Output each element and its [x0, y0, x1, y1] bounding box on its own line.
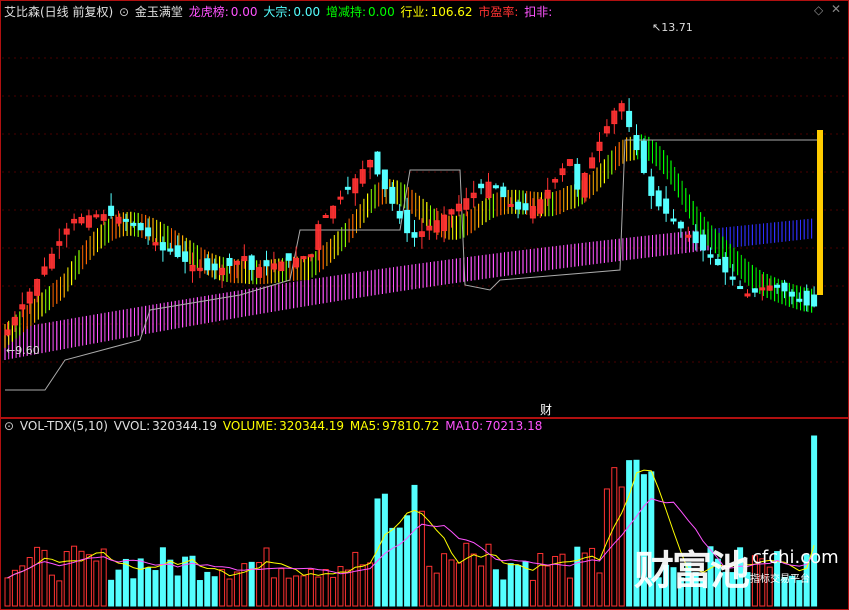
volume-bar — [204, 571, 211, 607]
volume-label: VOLUME: — [222, 419, 278, 433]
finance-marker[interactable]: 财 — [540, 401, 552, 418]
volume-bar — [145, 567, 152, 607]
volume-bar — [219, 569, 226, 607]
volume-bar — [515, 564, 522, 607]
watermark-site: cfchi.com — [752, 547, 839, 568]
volume-bar — [411, 484, 418, 607]
ma10-label: MA10: — [445, 419, 484, 433]
volume-bar — [330, 576, 337, 607]
volume-bar — [500, 579, 507, 607]
volume-bar — [507, 563, 514, 607]
volume-bar — [611, 467, 618, 607]
volume-bar — [11, 569, 18, 607]
volume-bar — [478, 565, 485, 607]
volume-value: 320344.19 — [279, 419, 345, 433]
volume-chart — [4, 435, 818, 607]
volume-bar — [455, 562, 462, 607]
volume-bar — [211, 576, 218, 607]
volume-bar — [433, 572, 440, 607]
volume-bar — [174, 575, 181, 607]
volume-bar — [137, 558, 144, 607]
watermark-brand: 财富池 — [634, 548, 750, 594]
volume-bar — [130, 578, 137, 607]
volume-bar — [396, 527, 403, 607]
ma10-value: 70213.18 — [485, 419, 543, 433]
volume-bar — [152, 570, 159, 607]
volume-bar — [167, 559, 174, 607]
volume-bar — [159, 547, 166, 607]
volume-bar — [470, 553, 477, 607]
ma5-value: 97810.72 — [382, 419, 440, 433]
volume-bar — [315, 576, 322, 607]
volume-bar — [93, 560, 100, 607]
volume-header: ⊙ VOL-TDX(5,10) VVOL: 320344.19 VOLUME: 32… — [4, 419, 544, 435]
circle-down-icon[interactable]: ⊙ — [4, 419, 14, 433]
volume-bar — [404, 515, 411, 607]
volume-bar — [352, 551, 359, 607]
volume-bar — [34, 546, 41, 607]
volume-bar — [85, 554, 92, 607]
volume-bar — [300, 575, 307, 607]
volume-bar — [263, 547, 270, 607]
volume-bar — [270, 577, 277, 607]
volume-bar — [626, 460, 633, 607]
volume-bar — [233, 571, 240, 607]
volume-bar — [122, 558, 129, 607]
volume-bar — [544, 565, 551, 607]
volume-bar — [322, 569, 329, 607]
volume-bar — [48, 574, 55, 607]
volume-bar — [344, 569, 351, 607]
volume-bar — [448, 559, 455, 607]
volume-bar — [441, 553, 448, 607]
volume-bar — [426, 565, 433, 607]
vvol-value: 320344.19 — [152, 419, 218, 433]
volume-bar — [56, 580, 63, 607]
volume-bar — [811, 435, 818, 607]
volume-bar — [285, 577, 292, 607]
volume-bar — [492, 569, 499, 607]
volume-bar — [196, 580, 203, 607]
volume-bar — [566, 577, 573, 607]
volume-bar — [4, 577, 11, 607]
ma5-label: MA5: — [349, 419, 381, 433]
volume-bar — [596, 572, 603, 607]
volume-bar — [381, 493, 388, 607]
volume-bar — [618, 486, 625, 607]
volume-bar — [26, 557, 33, 607]
volume-bar — [226, 578, 233, 607]
volume-bar — [108, 579, 115, 607]
volume-bar — [71, 545, 78, 607]
volume-bar — [463, 542, 470, 607]
vvol-label: VVOL: — [113, 419, 151, 433]
volume-bar — [359, 564, 366, 607]
volume-bar — [537, 552, 544, 607]
volume-bar — [278, 568, 285, 607]
volume-bar — [529, 579, 536, 607]
volume-bar — [389, 527, 396, 607]
volume-bar — [307, 568, 314, 607]
volume-bar — [115, 569, 122, 607]
volume-bar — [574, 546, 581, 607]
volume-indicator-name[interactable]: VOL-TDX(5,10) — [20, 419, 108, 433]
volume-bar — [293, 575, 300, 607]
volume-bar — [63, 551, 70, 607]
watermark-tagline: 指标交易平台 — [750, 574, 810, 585]
